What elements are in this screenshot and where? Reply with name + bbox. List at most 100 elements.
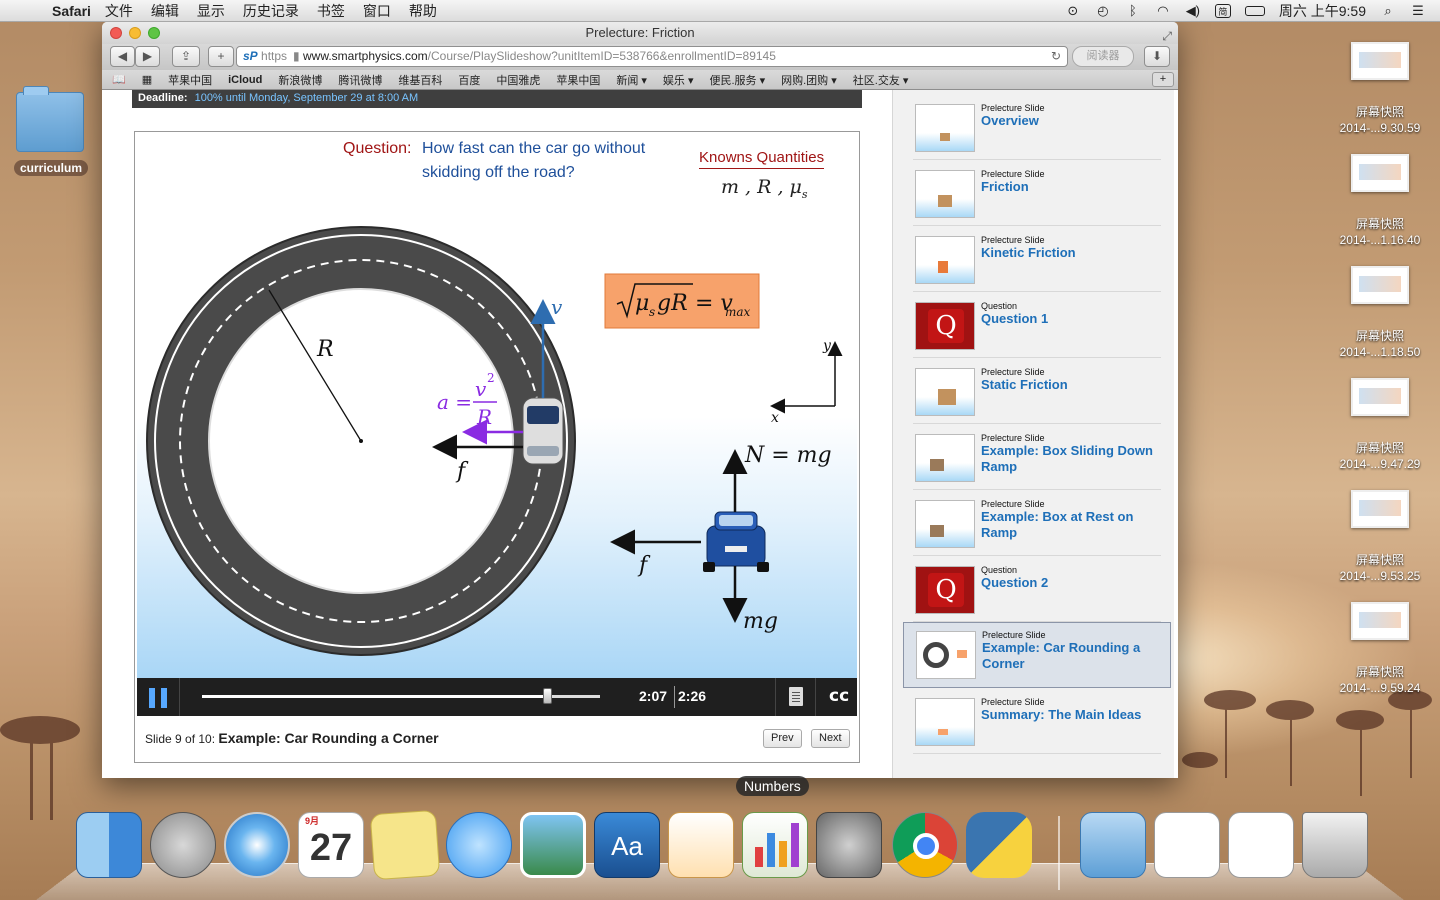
zoom-window-icon[interactable] bbox=[148, 27, 160, 39]
python-icon[interactable] bbox=[966, 812, 1032, 878]
progress-track[interactable] bbox=[202, 688, 600, 704]
downloads-stack-icon[interactable] bbox=[1080, 812, 1146, 878]
playlist-item-title: Question 1 bbox=[981, 311, 1049, 326]
documents-stack-icon[interactable] bbox=[1154, 812, 1220, 878]
calendar-month: 9月 bbox=[305, 816, 320, 826]
menu-bookmarks[interactable]: 书签 bbox=[317, 1, 345, 21]
acceleration-exponent: 2 bbox=[487, 371, 495, 385]
battery-icon[interactable] bbox=[1244, 6, 1265, 16]
bookmark-folder[interactable]: 社区.交友 ▾ bbox=[853, 72, 909, 88]
desktop-screenshot-file[interactable]: 屏幕快照 2014-...1.16.40 bbox=[1320, 154, 1440, 266]
close-window-icon[interactable] bbox=[110, 27, 122, 39]
playlist-item-active[interactable]: Prelecture Slide Example: Car Rounding a… bbox=[903, 622, 1171, 688]
share-button[interactable]: ⇪ bbox=[172, 46, 200, 67]
time-machine-icon[interactable]: ◴ bbox=[1095, 4, 1111, 18]
current-time: 2:07 bbox=[639, 688, 668, 704]
playlist-item[interactable]: Prelecture Slide Static Friction bbox=[913, 360, 1161, 424]
bookmark-folder[interactable]: 网购.团购 ▾ bbox=[781, 72, 837, 88]
prev-button[interactable]: Prev bbox=[763, 729, 802, 748]
x-axis-label: x bbox=[771, 410, 779, 426]
menu-help[interactable]: 帮助 bbox=[409, 1, 437, 21]
dictionary-icon[interactable]: Aa bbox=[594, 812, 660, 878]
bookmark-item[interactable]: 新浪微博 bbox=[278, 72, 322, 88]
forward-button[interactable]: ▶ bbox=[135, 46, 160, 67]
downloads-button[interactable]: ⬇ bbox=[1144, 46, 1170, 67]
menu-file[interactable]: 文件 bbox=[105, 1, 133, 21]
bookmark-folder[interactable]: 便民.服务 ▾ bbox=[709, 72, 765, 88]
menu-window[interactable]: 窗口 bbox=[363, 1, 391, 21]
pause-button[interactable] bbox=[149, 688, 167, 708]
messages-icon[interactable] bbox=[446, 812, 512, 878]
spotlight-icon[interactable]: ⌕ bbox=[1380, 4, 1396, 18]
system-preferences-icon[interactable] bbox=[816, 812, 882, 878]
reading-list-icon[interactable]: 📖 bbox=[112, 73, 126, 86]
chrome-icon[interactable] bbox=[892, 812, 958, 878]
wifi-icon[interactable]: ◠ bbox=[1155, 4, 1171, 18]
bookmark-item[interactable]: 苹果中国 bbox=[168, 72, 212, 88]
bookmark-item[interactable]: 百度 bbox=[458, 72, 480, 88]
window-titlebar[interactable]: Prelecture: Friction ⤢ bbox=[102, 22, 1178, 44]
slide-thumbnail bbox=[915, 368, 975, 416]
minimize-window-icon[interactable] bbox=[129, 27, 141, 39]
desktop-screenshot-file[interactable]: 屏幕快照 2014-...9.30.59 bbox=[1320, 42, 1440, 154]
bookmark-folder[interactable]: 娱乐 ▾ bbox=[663, 72, 694, 88]
desktop-screenshot-file[interactable]: 屏幕快照 2014-...9.47.29 bbox=[1320, 378, 1440, 490]
calendar-icon[interactable]: 9月 27 bbox=[298, 812, 364, 878]
bookmark-item[interactable]: 腾讯微博 bbox=[338, 72, 382, 88]
finder-icon[interactable] bbox=[76, 812, 142, 878]
volume-icon[interactable]: ◀) bbox=[1185, 4, 1201, 18]
bookmark-item[interactable]: iCloud bbox=[228, 74, 262, 86]
desktop-screenshot-file[interactable]: 屏幕快照 2014-...1.18.50 bbox=[1320, 266, 1440, 378]
input-method-icon[interactable]: 简 bbox=[1214, 4, 1231, 18]
launchpad-icon[interactable] bbox=[150, 812, 216, 878]
trash-icon[interactable] bbox=[1302, 812, 1368, 878]
playlist-item[interactable]: Prelecture Slide Summary: The Main Ideas bbox=[913, 690, 1161, 754]
progress-scrubber[interactable] bbox=[543, 688, 553, 704]
top-sites-icon[interactable]: ▦ bbox=[142, 73, 152, 86]
menu-app-name[interactable]: Safari bbox=[52, 3, 91, 19]
safari-icon[interactable] bbox=[224, 812, 290, 878]
bookmark-item[interactable]: 苹果中国 bbox=[556, 72, 600, 88]
dictation-icon[interactable]: ⊙ bbox=[1065, 4, 1081, 18]
numbers-icon[interactable] bbox=[742, 812, 808, 878]
bookmark-folder[interactable]: 新闻 ▾ bbox=[616, 72, 647, 88]
slide-thumbnail bbox=[916, 631, 976, 679]
screenshots-stack-icon[interactable] bbox=[1228, 812, 1294, 878]
notification-center-icon[interactable]: ☰ bbox=[1410, 4, 1426, 18]
new-tab-button[interactable]: + bbox=[208, 46, 234, 67]
menu-history[interactable]: 历史记录 bbox=[243, 1, 299, 21]
gravity-label: mg bbox=[743, 609, 778, 634]
pages-icon[interactable] bbox=[668, 812, 734, 878]
playlist-item[interactable]: Prelecture Slide Example: Box at Rest on… bbox=[913, 492, 1161, 556]
knowns-vars: m , R , μs bbox=[721, 176, 808, 201]
playlist-item[interactable]: Prelecture Slide Overview bbox=[913, 96, 1161, 160]
closed-captions-icon[interactable]: cc bbox=[829, 686, 849, 706]
menu-view[interactable]: 显示 bbox=[197, 1, 225, 21]
desktop-screenshot-file[interactable]: 屏幕快照 2014-...9.59.24 bbox=[1320, 602, 1440, 714]
address-bar[interactable]: sP https ▮ www.smartphysics.com/Course/Pl… bbox=[236, 46, 1068, 67]
playlist-item[interactable]: Prelecture Slide Example: Box Sliding Do… bbox=[913, 426, 1161, 490]
back-button[interactable]: ◀ bbox=[110, 46, 135, 67]
reader-button[interactable]: 阅读器 bbox=[1072, 46, 1134, 67]
menu-edit[interactable]: 编辑 bbox=[151, 1, 179, 21]
add-bookmark-icon[interactable]: + bbox=[1152, 72, 1174, 87]
bookmark-item[interactable]: 维基百科 bbox=[398, 72, 442, 88]
next-button[interactable]: Next bbox=[811, 729, 850, 748]
reload-icon[interactable]: ↻ bbox=[1051, 47, 1061, 66]
bookmark-item[interactable]: 中国雅虎 bbox=[496, 72, 540, 88]
menu-clock[interactable]: 周六 上午9:59 bbox=[1279, 1, 1366, 21]
bluetooth-icon[interactable]: ᛒ bbox=[1125, 4, 1141, 18]
screenshot-date: 2014-...9.47.29 bbox=[1339, 457, 1421, 471]
dock-tooltip: Numbers bbox=[736, 776, 809, 796]
iphoto-icon[interactable] bbox=[520, 812, 586, 878]
playlist-item[interactable]: Q Question Question 1 bbox=[913, 294, 1161, 358]
desktop-folder-curriculum[interactable]: curriculum bbox=[14, 86, 89, 177]
desktop-screenshot-file[interactable]: 屏幕快照 2014-...9.53.25 bbox=[1320, 490, 1440, 602]
stickies-icon[interactable] bbox=[369, 809, 441, 881]
web-page: Deadline: 100% until Monday, September 2… bbox=[102, 90, 1178, 778]
playlist-item[interactable]: Q Question Question 2 bbox=[913, 558, 1161, 622]
playlist-item[interactable]: Prelecture Slide Kinetic Friction bbox=[913, 228, 1161, 292]
knowns-title: Knowns Quantities bbox=[699, 149, 825, 169]
notes-icon[interactable] bbox=[789, 687, 803, 706]
playlist-item[interactable]: Prelecture Slide Friction bbox=[913, 162, 1161, 226]
